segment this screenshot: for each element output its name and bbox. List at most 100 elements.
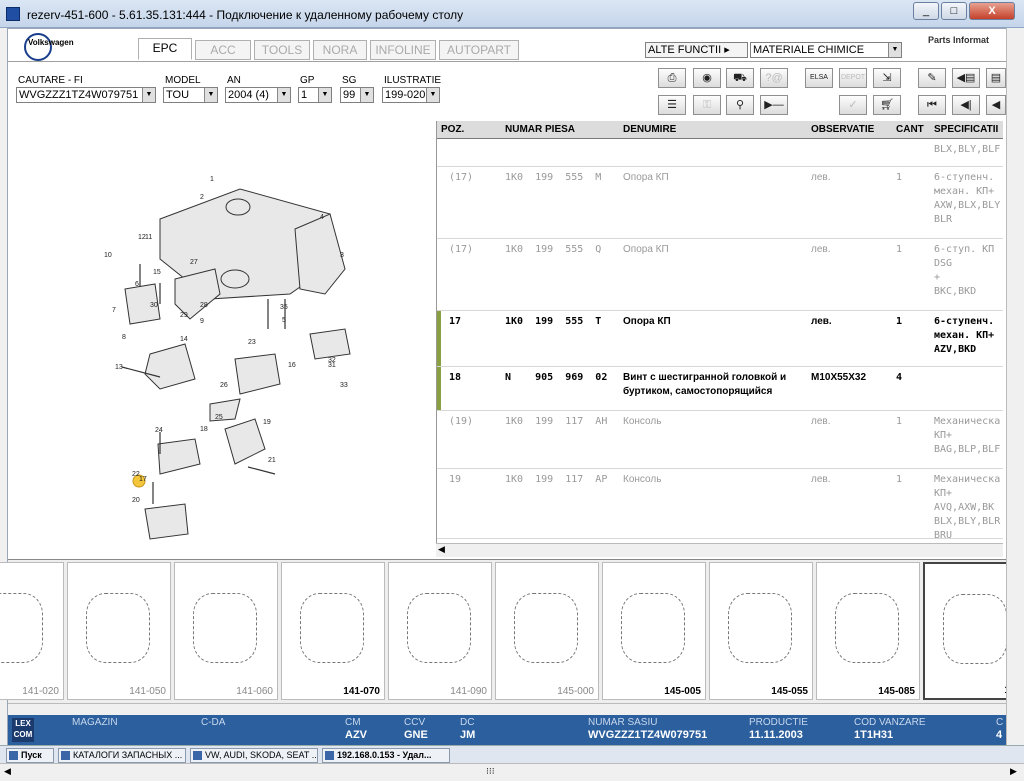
diagram-callout[interactable]: 13 [115, 364, 123, 371]
diagram-callout[interactable]: 30 [150, 302, 158, 309]
materiale-select[interactable]: MATERIALE CHIMICE ▼ [750, 42, 902, 58]
list-button[interactable]: ☰ [658, 95, 686, 115]
alte-functii-button[interactable]: ALTE FUNCTII ▸ [645, 42, 748, 58]
diagram-callout[interactable]: 33 [340, 382, 348, 389]
diagram-callout[interactable]: 9 [200, 318, 204, 325]
thumbnail-scrollbar[interactable] [8, 703, 1018, 715]
task-rdp[interactable]: 192.168.0.153 - Удал... [322, 748, 450, 763]
col-numar[interactable]: NUMAR PIESA [505, 124, 575, 135]
an-select[interactable]: 2004 (4) ▼ [225, 87, 291, 103]
thumbnail-item[interactable]: 145-000 [495, 562, 599, 700]
col-observatie[interactable]: OBSERVATIE [811, 124, 874, 135]
thumbnail-item[interactable]: 141-020 [0, 562, 64, 700]
tab-tools[interactable]: TOOLS [254, 40, 310, 60]
bike-button[interactable]: ⚲ [726, 95, 754, 115]
thumbnail-item[interactable]: 141-050 [67, 562, 171, 700]
task-katalogi[interactable]: КАТАЛОГИ ЗАПАСНЫХ ... [58, 748, 186, 763]
ilustratie-select[interactable]: 199-020 ▼ [382, 87, 440, 103]
table-row[interactable]: (17) 1K0 199 555 M Опора КП лев. 1 6-ступенч.… [437, 167, 1003, 239]
elsa-button[interactable]: ELSA [805, 68, 833, 88]
diagram-callout[interactable]: 24 [155, 427, 163, 434]
help-button[interactable]: ?@ [760, 68, 788, 88]
tab-acc[interactable]: ACC [195, 40, 251, 60]
minimize-button[interactable]: _ [913, 2, 939, 20]
tab-epc[interactable]: EPC [138, 38, 192, 60]
diagram-callout[interactable]: 26 [220, 382, 228, 389]
prev-page-button[interactable]: ◀▤ [952, 68, 980, 88]
start-button[interactable]: Пуск [6, 748, 54, 763]
diagram-callout[interactable]: 25 [215, 414, 223, 421]
thumbnail-item[interactable]: 145-005 [602, 562, 706, 700]
diagram-callout[interactable]: 18 [200, 426, 208, 433]
car-check-button[interactable]: ✓ [839, 95, 867, 115]
key-button[interactable]: ⚿ [693, 95, 721, 115]
thumbnail-item[interactable]: 141-090 [388, 562, 492, 700]
diagram-callout[interactable]: 20 [132, 497, 140, 504]
diagram-callout[interactable]: 11 [145, 234, 152, 241]
next-page-button[interactable]: ▤ [986, 68, 1006, 88]
car-button[interactable]: ⛟ [726, 68, 754, 88]
diagram-callout[interactable]: 32 [328, 357, 336, 364]
window-vscrollbar[interactable] [1006, 28, 1024, 745]
diagram-callout[interactable]: 4 [320, 214, 324, 221]
table-row[interactable]: 17 1K0 199 555 T Опора КП лев. 1 6-ступенч. м… [437, 311, 1003, 367]
sg-select[interactable]: 99 ▼ [340, 87, 374, 103]
disc-button[interactable]: ◉ [693, 68, 721, 88]
table-row[interactable]: (17) 1K0 199 555 Q Опора КП лев. 1 6-ступ. КП… [437, 239, 1003, 311]
diagram-callout[interactable]: 2 [200, 194, 204, 201]
model-select[interactable]: TOU ▼ [163, 87, 218, 103]
diagram-callout[interactable]: 27 [190, 259, 198, 266]
diagram-callout[interactable]: 28 [200, 302, 208, 309]
table-hscrollbar[interactable]: ◀ [436, 543, 1003, 557]
diagram-callout[interactable]: 12 [138, 234, 146, 241]
tab-nora[interactable]: NORA [313, 40, 367, 60]
cart-button[interactable]: 🛒︎ [873, 95, 901, 115]
table-row[interactable]: 18 N 905 969 02 Винт с шестигранной головк… [437, 367, 1003, 411]
print-button[interactable]: ⎙ [658, 68, 686, 88]
diagram-callout[interactable]: 15 [153, 269, 161, 276]
col-spec[interactable]: SPECIFICATII [934, 124, 998, 135]
table-row[interactable]: 19 1K0 199 117 AP Консоль лев. 1 Механическа … [437, 469, 1003, 541]
tab-infoline[interactable]: INFOLINE [370, 40, 436, 60]
back-button[interactable]: ◀ [986, 95, 1006, 115]
diagram-callout[interactable]: 6 [135, 281, 139, 288]
diagram-callout[interactable]: 17 [139, 476, 147, 483]
diagram-callout[interactable]: 14 [180, 336, 188, 343]
diagram-callout[interactable]: 23 [248, 339, 256, 346]
cautare-select[interactable]: WVGZZZ1TZ4W079751 ▼ [16, 87, 156, 103]
diagram-callout[interactable]: 1 [210, 176, 214, 183]
thumbnail-item[interactable]: 141-060 [174, 562, 278, 700]
diagram-callout[interactable]: 21 [268, 457, 276, 464]
maximize-button[interactable]: □ [941, 2, 967, 20]
col-denumire[interactable]: DENUMIRE [623, 124, 676, 135]
diagram-callout[interactable]: 3 [340, 252, 344, 259]
first-button[interactable]: ⏮︎ [918, 95, 946, 115]
pin-button[interactable]: ✎ [918, 68, 946, 88]
gp-select[interactable]: 1 ▼ [298, 87, 332, 103]
window-hscrollbar[interactable]: ◀ ⁝⁝⁝ ▶ [0, 763, 1024, 781]
diagram-callout[interactable]: 16 [288, 362, 296, 369]
diagram-callout[interactable]: 7 [112, 307, 116, 314]
diagram-callout[interactable]: 19 [263, 419, 271, 426]
thumbnail-item[interactable]: 141-070 [281, 562, 385, 700]
diagram-callout[interactable]: 10 [104, 252, 112, 259]
col-cant[interactable]: CANT [896, 124, 924, 135]
table-row[interactable]: (19) 1K0 199 117 AH Консоль лев. 1 Механическ… [437, 411, 1003, 469]
thumbnail-item[interactable]: 145-085 [816, 562, 920, 700]
thumbnail-item[interactable]: 145-055 [709, 562, 813, 700]
play-minus-button[interactable]: ▶— [760, 95, 788, 115]
diagram-callout[interactable]: 22 [132, 471, 140, 478]
col-poz[interactable]: POZ. [441, 124, 464, 135]
diagram-callout[interactable]: 5 [282, 317, 286, 324]
cart-in-button[interactable]: ⇲ [873, 68, 901, 88]
diagram-callout[interactable]: 35 [280, 304, 288, 311]
depot-button[interactable]: DEPOT [839, 68, 867, 88]
parts-diagram[interactable]: 1 2 3 4 5 6 7 8 9 10 11 12 13 14 15 16 17 18 19 20 21 22 23 24 2… [10, 119, 435, 557]
diagram-callout[interactable]: 8 [122, 334, 126, 341]
close-button[interactable]: X [969, 2, 1015, 20]
task-vw[interactable]: VW, AUDI, SKODA, SEAT ... [190, 748, 318, 763]
tab-autopart[interactable]: AUTOPART [439, 40, 519, 60]
prev-button[interactable]: ◀| [952, 95, 980, 115]
table-row[interactable]: BLX,BLY,BLF [437, 139, 1003, 167]
diagram-callout[interactable]: 29 [180, 312, 188, 319]
